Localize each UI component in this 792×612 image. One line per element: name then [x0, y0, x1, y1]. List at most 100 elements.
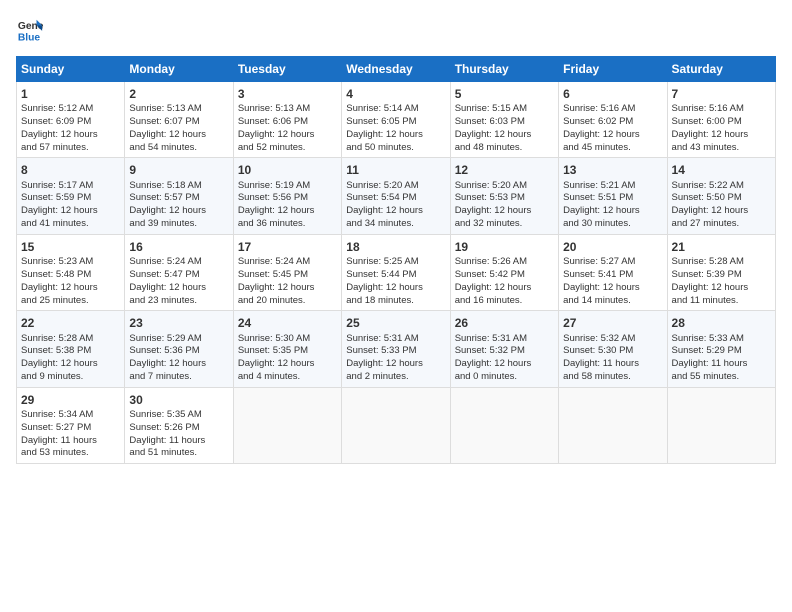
cell-content: Daylight: 12 hours [21, 205, 120, 218]
cell-content: Sunset: 6:03 PM [455, 116, 554, 129]
calendar-body: 1Sunrise: 5:12 AMSunset: 6:09 PMDaylight… [17, 82, 776, 464]
day-number: 7 [672, 86, 771, 102]
calendar-cell: 29Sunrise: 5:34 AMSunset: 5:27 PMDayligh… [17, 387, 125, 463]
cell-content: and 53 minutes. [21, 447, 120, 460]
calendar-week-4: 22Sunrise: 5:28 AMSunset: 5:38 PMDayligh… [17, 311, 776, 387]
cell-content: Daylight: 12 hours [238, 282, 337, 295]
cell-content: Sunset: 5:56 PM [238, 192, 337, 205]
cell-content: Daylight: 12 hours [346, 358, 445, 371]
cell-content: Sunrise: 5:18 AM [129, 180, 228, 193]
cell-content: Daylight: 12 hours [455, 358, 554, 371]
cell-content: Sunset: 6:05 PM [346, 116, 445, 129]
calendar-cell: 13Sunrise: 5:21 AMSunset: 5:51 PMDayligh… [559, 158, 667, 234]
day-number: 20 [563, 239, 662, 255]
cell-content: Daylight: 12 hours [238, 129, 337, 142]
cell-content: Daylight: 12 hours [455, 282, 554, 295]
page-header: General Blue [16, 16, 776, 44]
calendar-cell: 3Sunrise: 5:13 AMSunset: 6:06 PMDaylight… [233, 82, 341, 158]
calendar-cell: 30Sunrise: 5:35 AMSunset: 5:26 PMDayligh… [125, 387, 233, 463]
cell-content: Sunset: 5:42 PM [455, 269, 554, 282]
calendar-week-2: 8Sunrise: 5:17 AMSunset: 5:59 PMDaylight… [17, 158, 776, 234]
cell-content: Sunset: 5:26 PM [129, 422, 228, 435]
cell-content: Sunset: 5:33 PM [346, 345, 445, 358]
day-number: 11 [346, 162, 445, 178]
cell-content: Sunrise: 5:35 AM [129, 409, 228, 422]
calendar-cell: 26Sunrise: 5:31 AMSunset: 5:32 PMDayligh… [450, 311, 558, 387]
cell-content: Sunrise: 5:33 AM [672, 333, 771, 346]
cell-content: Sunrise: 5:31 AM [455, 333, 554, 346]
page-container: General Blue SundayMondayTuesdayWednesda… [0, 0, 792, 472]
cell-content: Sunrise: 5:24 AM [129, 256, 228, 269]
cell-content: Daylight: 11 hours [563, 358, 662, 371]
cell-content: Daylight: 12 hours [455, 129, 554, 142]
cell-content: Sunrise: 5:19 AM [238, 180, 337, 193]
calendar-cell [559, 387, 667, 463]
cell-content: Sunset: 6:07 PM [129, 116, 228, 129]
day-number: 28 [672, 315, 771, 331]
cell-content: Sunset: 5:45 PM [238, 269, 337, 282]
day-number: 14 [672, 162, 771, 178]
cell-content: Sunset: 5:48 PM [21, 269, 120, 282]
cell-content: Sunset: 5:54 PM [346, 192, 445, 205]
cell-content: and 25 minutes. [21, 295, 120, 308]
cell-content: Sunrise: 5:30 AM [238, 333, 337, 346]
cell-content: Daylight: 12 hours [455, 205, 554, 218]
cell-content: and 50 minutes. [346, 142, 445, 155]
cell-content: and 30 minutes. [563, 218, 662, 231]
cell-content: Daylight: 12 hours [129, 205, 228, 218]
cell-content: and 58 minutes. [563, 371, 662, 384]
cell-content: Sunset: 5:38 PM [21, 345, 120, 358]
day-number: 6 [563, 86, 662, 102]
column-header-thursday: Thursday [450, 57, 558, 82]
cell-content: and 39 minutes. [129, 218, 228, 231]
calendar-cell: 23Sunrise: 5:29 AMSunset: 5:36 PMDayligh… [125, 311, 233, 387]
day-number: 23 [129, 315, 228, 331]
cell-content: Daylight: 12 hours [238, 358, 337, 371]
cell-content: Daylight: 12 hours [346, 282, 445, 295]
calendar-cell [667, 387, 775, 463]
calendar-cell: 18Sunrise: 5:25 AMSunset: 5:44 PMDayligh… [342, 234, 450, 310]
cell-content: Sunrise: 5:27 AM [563, 256, 662, 269]
calendar-cell [233, 387, 341, 463]
day-number: 29 [21, 392, 120, 408]
day-number: 18 [346, 239, 445, 255]
day-number: 16 [129, 239, 228, 255]
cell-content: and 51 minutes. [129, 447, 228, 460]
day-number: 25 [346, 315, 445, 331]
cell-content: Sunrise: 5:16 AM [563, 103, 662, 116]
cell-content: Sunrise: 5:25 AM [346, 256, 445, 269]
cell-content: and 0 minutes. [455, 371, 554, 384]
calendar-cell: 14Sunrise: 5:22 AMSunset: 5:50 PMDayligh… [667, 158, 775, 234]
cell-content: and 54 minutes. [129, 142, 228, 155]
calendar-cell: 5Sunrise: 5:15 AMSunset: 6:03 PMDaylight… [450, 82, 558, 158]
cell-content: Daylight: 12 hours [563, 129, 662, 142]
day-number: 10 [238, 162, 337, 178]
cell-content: Daylight: 12 hours [346, 205, 445, 218]
cell-content: and 41 minutes. [21, 218, 120, 231]
cell-content: Daylight: 12 hours [21, 129, 120, 142]
cell-content: Sunrise: 5:31 AM [346, 333, 445, 346]
cell-content: and 11 minutes. [672, 295, 771, 308]
svg-text:Blue: Blue [18, 32, 41, 43]
calendar-cell: 1Sunrise: 5:12 AMSunset: 6:09 PMDaylight… [17, 82, 125, 158]
cell-content: and 45 minutes. [563, 142, 662, 155]
cell-content: Sunset: 6:09 PM [21, 116, 120, 129]
cell-content: Sunrise: 5:13 AM [238, 103, 337, 116]
cell-content: Daylight: 12 hours [672, 282, 771, 295]
cell-content: and 18 minutes. [346, 295, 445, 308]
day-number: 17 [238, 239, 337, 255]
cell-content: Sunrise: 5:32 AM [563, 333, 662, 346]
column-header-sunday: Sunday [17, 57, 125, 82]
cell-content: and 7 minutes. [129, 371, 228, 384]
cell-content: and 9 minutes. [21, 371, 120, 384]
calendar-cell: 11Sunrise: 5:20 AMSunset: 5:54 PMDayligh… [342, 158, 450, 234]
calendar-cell: 28Sunrise: 5:33 AMSunset: 5:29 PMDayligh… [667, 311, 775, 387]
day-number: 24 [238, 315, 337, 331]
cell-content: Daylight: 12 hours [21, 358, 120, 371]
cell-content: Sunrise: 5:13 AM [129, 103, 228, 116]
cell-content: Sunset: 5:30 PM [563, 345, 662, 358]
cell-content: Daylight: 12 hours [129, 358, 228, 371]
calendar-cell: 21Sunrise: 5:28 AMSunset: 5:39 PMDayligh… [667, 234, 775, 310]
column-header-wednesday: Wednesday [342, 57, 450, 82]
day-number: 19 [455, 239, 554, 255]
